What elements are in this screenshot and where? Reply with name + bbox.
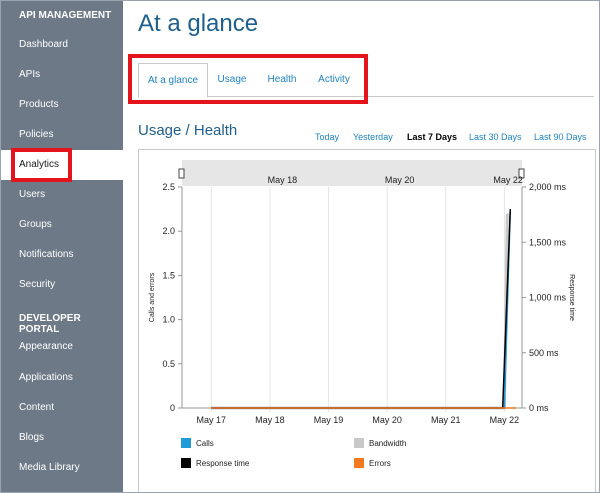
tab-health[interactable]: Health: [260, 63, 304, 96]
y2-tick-label: 1,000 ms: [529, 293, 567, 303]
sidebar-item-dashboard[interactable]: Dashboard: [1, 30, 123, 60]
x-tick-label: May 21: [431, 415, 461, 425]
legend-errors-swatch: [354, 458, 364, 468]
y-tick-label: 1.0: [162, 315, 175, 325]
sidebar-item-appearance[interactable]: Appearance: [1, 332, 123, 362]
sidebar-item-analytics[interactable]: Analytics: [1, 150, 123, 180]
sidebar-item-security[interactable]: Security: [1, 270, 123, 300]
tab-usage[interactable]: Usage: [211, 63, 253, 96]
x-tick-label: May 22: [490, 415, 520, 425]
sidebar: API MANAGEMENT Dashboard APIs Products P…: [1, 1, 123, 492]
tab-activity[interactable]: Activity: [310, 63, 358, 96]
sidebar-item-notifications[interactable]: Notifications: [1, 240, 123, 270]
x-tick-label: May 17: [197, 415, 227, 425]
y-tick-label: 1.5: [162, 270, 175, 280]
y-axis-title: Calls and errors: [149, 272, 156, 322]
sidebar-item-media-library[interactable]: Media Library: [1, 453, 123, 483]
app-window: API MANAGEMENT Dashboard APIs Products P…: [0, 0, 600, 493]
bandwidth-line: [211, 213, 509, 410]
sidebar-item-apis[interactable]: APIs: [1, 60, 123, 90]
sidebar-item-applications[interactable]: Applications: [1, 363, 123, 393]
navigator-date-label: May 20: [385, 175, 415, 185]
legend-bandwidth-swatch: [354, 438, 364, 448]
calls-line: [211, 209, 512, 409]
sidebar-item-groups[interactable]: Groups: [1, 210, 123, 240]
range-last-90-days-link[interactable]: Last 90 Days: [534, 132, 587, 142]
sidebar-item-users[interactable]: Users: [1, 180, 123, 210]
response-time-line: [211, 209, 512, 409]
y-tick-label: 2.5: [162, 182, 175, 192]
y2-tick-label: 0 ms: [529, 403, 549, 413]
x-tick-label: May 19: [314, 415, 344, 425]
legend-response-time-swatch: [181, 458, 191, 468]
range-last-30-days-link[interactable]: Last 30 Days: [469, 132, 522, 142]
page-title: At a glance: [138, 10, 259, 37]
range-navigator[interactable]: [182, 160, 522, 186]
navigator-date-label: May 22: [493, 175, 523, 185]
range-today-link[interactable]: Today: [315, 132, 339, 142]
legend-calls-label: Calls: [196, 439, 214, 448]
y2-tick-label: 2,000 ms: [529, 182, 567, 192]
legend-response-time-label: Response time: [196, 459, 250, 468]
range-last-7-days-link[interactable]: Last 7 Days: [407, 132, 457, 142]
x-tick-label: May 20: [372, 415, 402, 425]
y-tick-label: 2.0: [162, 226, 175, 236]
sidebar-item-content[interactable]: Content: [1, 393, 123, 423]
sidebar-heading-api-management: API MANAGEMENT: [19, 10, 112, 21]
y2-axis-title: Response time: [568, 274, 575, 321]
sidebar-item-blogs[interactable]: Blogs: [1, 423, 123, 453]
range-yesterday-link[interactable]: Yesterday: [353, 132, 393, 142]
navigator-left-handle[interactable]: [178, 168, 185, 179]
x-tick-label: May 18: [255, 415, 285, 425]
sidebar-item-policies[interactable]: Policies: [1, 120, 123, 150]
y-tick-label: 0.5: [162, 359, 175, 369]
tab-at-a-glance[interactable]: At a glance: [138, 63, 208, 98]
legend-bandwidth-label: Bandwidth: [369, 439, 407, 448]
legend-errors-label: Errors: [369, 459, 391, 468]
sidebar-item-products[interactable]: Products: [1, 90, 123, 120]
legend-calls-swatch: [181, 438, 191, 448]
y2-tick-label: 1,500 ms: [529, 237, 567, 247]
y2-tick-label: 500 ms: [529, 348, 559, 358]
section-title: Usage / Health: [138, 122, 238, 139]
navigator-date-label: May 18: [268, 175, 298, 185]
y-tick-label: 0: [170, 403, 175, 413]
